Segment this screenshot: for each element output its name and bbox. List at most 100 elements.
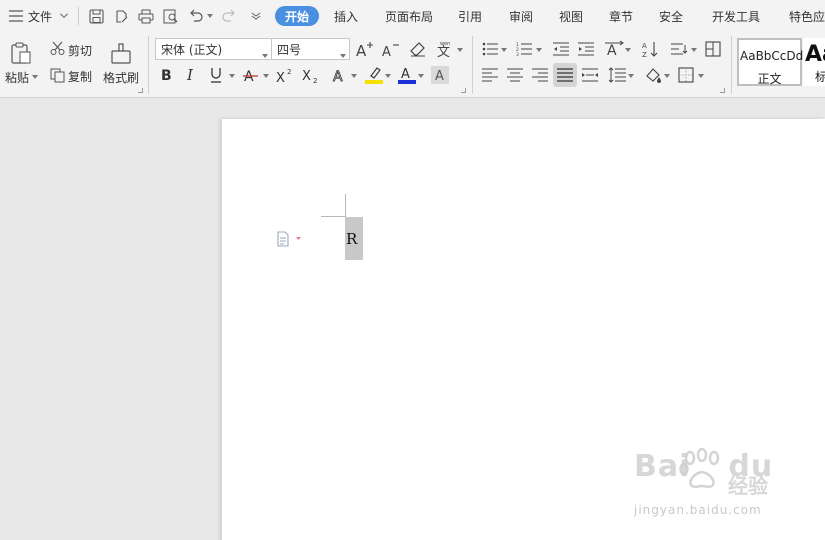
tab-security[interactable]: 安全 [659, 0, 683, 32]
svg-text:X: X [302, 69, 311, 83]
print-preview-icon[interactable] [162, 7, 180, 25]
svg-text:A: A [401, 67, 410, 82]
paragraph-launcher[interactable] [720, 88, 725, 93]
more-icon[interactable] [247, 7, 265, 25]
align-right-icon[interactable] [531, 66, 549, 84]
paste-options-icon[interactable] [276, 231, 306, 247]
line-spacing-icon[interactable] [607, 66, 627, 84]
tab-features[interactable]: 特色应 [789, 0, 825, 32]
format-painter-button[interactable]: 格式刷 [103, 69, 139, 86]
tab-developer[interactable]: 开发工具 [712, 0, 760, 32]
line-options-icon[interactable] [670, 40, 690, 58]
char-shading-icon[interactable]: A [431, 66, 449, 84]
phonetic-dropdown-icon[interactable] [456, 47, 464, 53]
tab-insert[interactable]: 插入 [334, 0, 358, 32]
borders-dropdown-icon[interactable] [697, 73, 705, 79]
justify-icon[interactable] [553, 63, 577, 87]
bullets-dropdown-icon[interactable] [500, 47, 508, 53]
font-color-icon[interactable]: A [397, 66, 417, 84]
divider [78, 7, 79, 25]
format-painter-icon[interactable] [108, 40, 134, 66]
numbering-dropdown-icon[interactable] [535, 47, 543, 53]
style-heading-label: 标 [815, 70, 825, 84]
align-left-icon[interactable] [481, 66, 499, 84]
font-launcher[interactable] [461, 88, 466, 93]
font-name-select[interactable]: 宋体 (正文) [155, 38, 272, 60]
copy-button[interactable]: 复制 [68, 68, 92, 85]
bold-icon[interactable]: B [157, 66, 175, 84]
svg-text:3: 3 [516, 52, 519, 56]
chevron-down-icon [262, 47, 268, 61]
style-normal-label: 正文 [757, 72, 782, 86]
line-spacing-dropdown-icon[interactable] [627, 73, 635, 79]
line-options-dropdown-icon[interactable] [690, 47, 698, 53]
undo-icon[interactable] [187, 7, 205, 25]
watermark-url: jingyan.baidu.com [634, 503, 762, 517]
phonetic-icon[interactable]: 文 wen [436, 39, 456, 59]
highlight-icon[interactable] [364, 66, 384, 84]
underline-dropdown-icon[interactable] [228, 73, 236, 79]
save-as-icon[interactable] [112, 7, 130, 25]
shading-dropdown-icon[interactable] [663, 73, 671, 79]
decrease-font-icon[interactable]: A [381, 40, 401, 58]
shading-icon[interactable] [643, 66, 663, 84]
tab-view[interactable]: 视图 [559, 0, 583, 32]
selected-text[interactable]: R [346, 230, 357, 248]
style-normal[interactable]: AaBbCcDd 正文 [737, 38, 804, 86]
paste-icon[interactable] [8, 40, 34, 66]
clear-format-icon[interactable] [408, 40, 428, 58]
italic-icon[interactable]: I [182, 66, 200, 84]
file-menu[interactable]: 文件 [28, 0, 52, 32]
cut-icon[interactable] [49, 40, 65, 56]
save-icon[interactable] [87, 7, 105, 25]
svg-text:A: A [333, 69, 343, 83]
tab-chapter[interactable]: 章节 [609, 0, 633, 32]
bullets-icon[interactable] [481, 40, 499, 58]
divider [731, 36, 732, 94]
svg-text:A: A [607, 43, 617, 58]
tab-references[interactable]: 引用 [458, 0, 482, 32]
show-marks-icon[interactable] [704, 40, 722, 58]
distribute-icon[interactable] [581, 66, 599, 84]
svg-text:wen: wen [440, 41, 450, 47]
margin-corner-mark [345, 194, 346, 217]
numbering-icon[interactable]: 123 [515, 40, 533, 58]
svg-text:Z: Z [642, 51, 647, 58]
undo-dropdown-icon[interactable] [206, 13, 214, 19]
sort-icon[interactable]: AZ [641, 39, 659, 59]
strikethrough-icon[interactable]: A [241, 66, 261, 84]
superscript-icon[interactable]: X2 [275, 66, 295, 84]
text-effect-dropdown-icon[interactable] [350, 73, 358, 79]
chevron-down-icon[interactable] [60, 13, 68, 19]
print-icon[interactable] [137, 7, 155, 25]
align-center-icon[interactable] [506, 66, 524, 84]
highlight-dropdown-icon[interactable] [384, 73, 392, 79]
redo-icon[interactable] [220, 7, 238, 25]
decrease-indent-icon[interactable] [552, 40, 570, 58]
divider [472, 36, 473, 94]
font-size-select[interactable]: 四号 [271, 38, 350, 60]
underline-icon[interactable] [207, 66, 225, 84]
hamburger-icon[interactable] [7, 7, 25, 25]
text-effect-icon[interactable]: A [330, 66, 350, 84]
subscript-icon[interactable]: X2 [301, 66, 321, 84]
tab-page-layout[interactable]: 页面布局 [385, 0, 433, 32]
tab-review[interactable]: 审阅 [509, 0, 533, 32]
chinese-layout-dropdown-icon[interactable] [624, 47, 632, 53]
tab-home[interactable]: 开始 [275, 6, 320, 26]
borders-icon[interactable] [677, 66, 695, 84]
svg-text:A: A [382, 45, 391, 57]
svg-text:A: A [642, 42, 647, 50]
style-heading[interactable]: Aa 标 [803, 38, 825, 86]
paste-dropdown-icon[interactable] [31, 74, 39, 80]
chinese-layout-icon[interactable]: A [604, 39, 624, 59]
increase-indent-icon[interactable] [577, 40, 595, 58]
paste-button[interactable]: 粘贴 [5, 69, 29, 86]
increase-font-icon[interactable]: A [355, 40, 375, 58]
style-normal-preview: AaBbCcDd [740, 49, 804, 63]
copy-icon[interactable] [49, 67, 65, 83]
strikethrough-dropdown-icon[interactable] [262, 73, 270, 79]
clipboard-launcher[interactable] [138, 88, 143, 93]
cut-button[interactable]: 剪切 [68, 42, 92, 59]
font-color-dropdown-icon[interactable] [417, 73, 425, 79]
